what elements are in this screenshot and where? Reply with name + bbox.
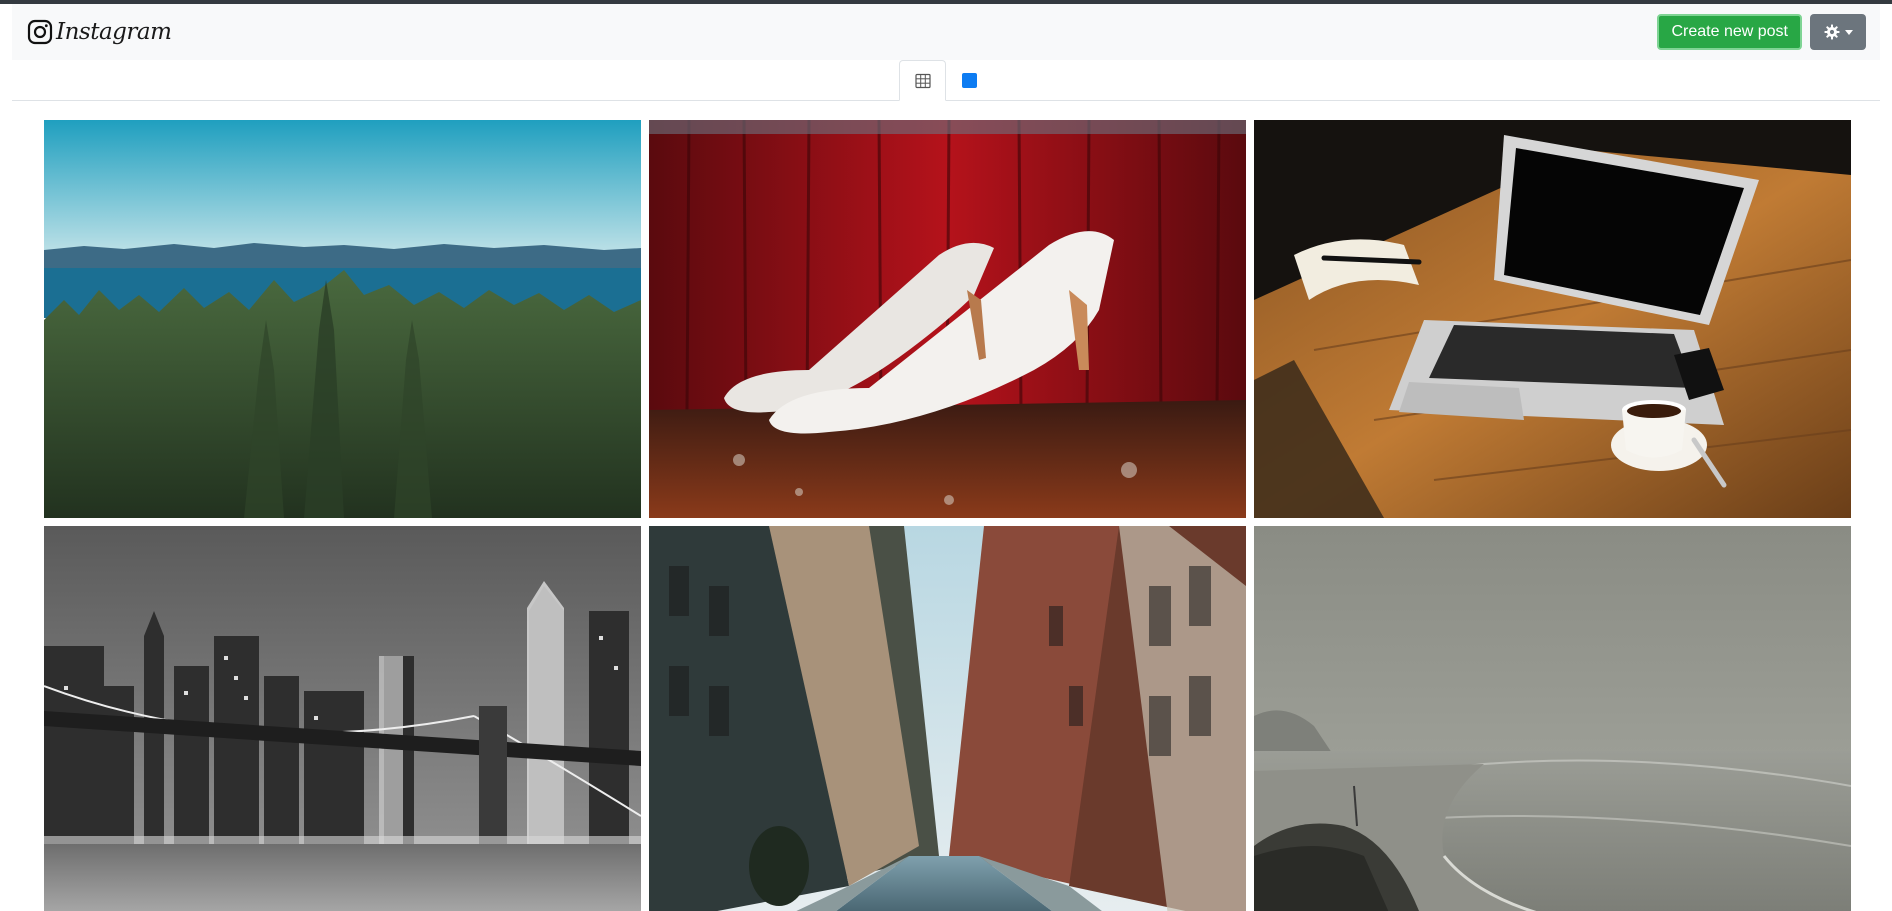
- gallery-photo[interactable]: [649, 120, 1246, 518]
- city-bridge-night-photo: [44, 526, 641, 911]
- tab-single-view[interactable]: [946, 60, 993, 101]
- gallery-photo[interactable]: [44, 526, 641, 911]
- settings-dropdown-button[interactable]: [1810, 14, 1866, 50]
- gallery-photo[interactable]: [1254, 120, 1851, 518]
- foggy-beach-photo: [1254, 526, 1851, 911]
- laptop-coffee-photo: [1254, 120, 1851, 518]
- navbar: Instagram Create new post: [12, 4, 1880, 60]
- caret-down-icon: [1844, 29, 1853, 35]
- instagram-logo-icon: [27, 19, 53, 45]
- forest-lake-photo: [44, 120, 641, 518]
- view-tabs: [12, 60, 1880, 101]
- white-heels-photo: [649, 120, 1246, 518]
- tab-grid-view[interactable]: [899, 60, 946, 101]
- gallery-photo[interactable]: [649, 526, 1246, 911]
- city-street-photo: [649, 526, 1246, 911]
- photo-gallery: [44, 120, 1852, 911]
- brand-link[interactable]: Instagram: [26, 18, 172, 46]
- create-new-post-button[interactable]: Create new post: [1657, 14, 1802, 50]
- single-view-icon: [962, 73, 977, 88]
- gallery-photo[interactable]: [1254, 526, 1851, 911]
- grid-view-icon: [914, 73, 931, 88]
- gear-icon: [1824, 24, 1839, 40]
- nav-actions: Create new post: [1657, 14, 1866, 50]
- gallery-photo[interactable]: [44, 120, 641, 518]
- brand-name: Instagram: [56, 19, 172, 45]
